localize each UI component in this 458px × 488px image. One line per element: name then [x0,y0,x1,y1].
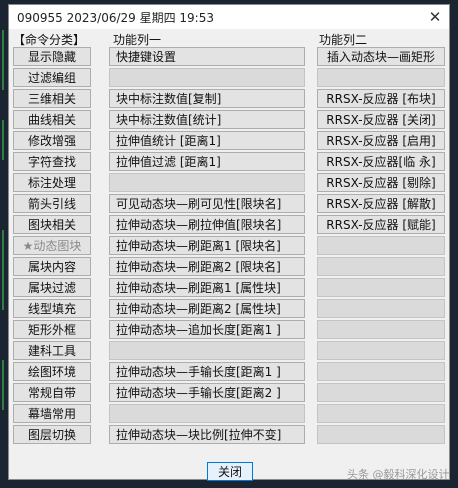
cad-background-right [450,0,458,488]
col2-button-17[interactable] [317,383,445,402]
window-title: 090955 2023/06/29 星期四 19:53 [17,11,214,25]
categories-header: 【命令分类】 [13,33,86,47]
col2-button-7[interactable]: RRSX-反应器 [剔除] [317,173,445,192]
category-button-11[interactable]: 属块内容 [13,257,91,276]
col2-button-4[interactable]: RRSX-反应器 [关闭] [317,110,445,129]
cad-line [2,30,4,90]
col1-button-8[interactable]: 可见动态块—刷可见性[限块名] [109,194,305,213]
col1-button-15[interactable] [109,341,305,360]
col1-button-2[interactable] [109,68,305,87]
category-button-14[interactable]: 矩形外框 [13,320,91,339]
close-button[interactable]: 关闭 [207,462,253,481]
col1-button-19[interactable]: 拉伸动态块—块比例[拉伸不变] [109,425,305,444]
col2-button-8[interactable]: RRSX-反应器 [解散] [317,194,445,213]
col1-button-9[interactable]: 拉伸动态块—刷拉伸值[限块名] [109,215,305,234]
col2-button-14[interactable] [317,320,445,339]
command-dialog: 090955 2023/06/29 星期四 19:53 ✕ 【命令分类】 功能列… [8,4,450,481]
col2-button-3[interactable]: RRSX-反应器 [布块] [317,89,445,108]
col2-button-5[interactable]: RRSX-反应器 [启用] [317,131,445,150]
category-button-15[interactable]: 建科工具 [13,341,91,360]
category-button-10[interactable]: ★动态图块 [13,236,91,255]
col1-button-14[interactable]: 拉伸动态块—追加长度[距离1 ] [109,320,305,339]
col2-button-15[interactable] [317,341,445,360]
category-button-8[interactable]: 箭头引线 [13,194,91,213]
col1-button-17[interactable]: 拉伸动态块—手输长度[距离2 ] [109,383,305,402]
col2-button-1[interactable]: 插入动态块—画矩形 [317,47,445,66]
category-button-16[interactable]: 绘图环境 [13,362,91,381]
col1-button-5[interactable]: 拉伸值统计 [距离1] [109,131,305,150]
col2-button-13[interactable] [317,299,445,318]
category-button-2[interactable]: 过滤编组 [13,68,91,87]
category-button-17[interactable]: 常规自带 [13,383,91,402]
col2-button-2[interactable] [317,68,445,87]
category-button-9[interactable]: 图块相关 [13,215,91,234]
cad-line [2,230,4,310]
col1-button-12[interactable]: 拉伸动态块—刷距离1 [属性块] [109,278,305,297]
col2-button-19[interactable] [317,425,445,444]
col1-button-16[interactable]: 拉伸动态块—手输长度[距离1 ] [109,362,305,381]
cad-line [2,120,4,160]
col2-button-9[interactable]: RRSX-反应器 [赋能] [317,215,445,234]
category-button-19[interactable]: 图层切换 [13,425,91,444]
col1-button-1[interactable]: 快捷键设置 [109,47,305,66]
category-button-3[interactable]: 三维相关 [13,89,91,108]
col2-button-11[interactable] [317,257,445,276]
category-button-12[interactable]: 属块过滤 [13,278,91,297]
category-button-7[interactable]: 标注处理 [13,173,91,192]
col1-button-13[interactable]: 拉伸动态块—刷距离2 [属性块] [109,299,305,318]
col2-header: 功能列二 [319,33,368,47]
col1-button-3[interactable]: 块中标注数值[复制] [109,89,305,108]
category-button-13[interactable]: 线型填充 [13,299,91,318]
col1-button-7[interactable] [109,173,305,192]
col2-button-10[interactable] [317,236,445,255]
col1-button-10[interactable]: 拉伸动态块—刷距离1 [限块名] [109,236,305,255]
cad-line [2,360,4,410]
watermark: 头条 @毅科深化设计 [347,468,450,481]
col1-button-11[interactable]: 拉伸动态块—刷距离2 [限块名] [109,257,305,276]
category-button-6[interactable]: 字符查找 [13,152,91,171]
col2-button-18[interactable] [317,404,445,423]
title-bar: 090955 2023/06/29 星期四 19:53 ✕ [9,5,449,29]
col1-button-6[interactable]: 拉伸值过滤 [距离1] [109,152,305,171]
col2-button-16[interactable] [317,362,445,381]
col1-header: 功能列一 [113,33,162,47]
category-button-1[interactable]: 显示隐藏 [13,47,91,66]
cad-background-left [0,0,8,488]
col1-button-18[interactable] [109,404,305,423]
col2-button-12[interactable] [317,278,445,297]
category-button-18[interactable]: 幕墙常用 [13,404,91,423]
col2-button-6[interactable]: RRSX-反应器[临 永] [317,152,445,171]
close-icon[interactable]: ✕ [421,5,449,29]
col1-button-4[interactable]: 块中标注数值[统计] [109,110,305,129]
category-button-4[interactable]: 曲线相关 [13,110,91,129]
category-button-5[interactable]: 修改增强 [13,131,91,150]
